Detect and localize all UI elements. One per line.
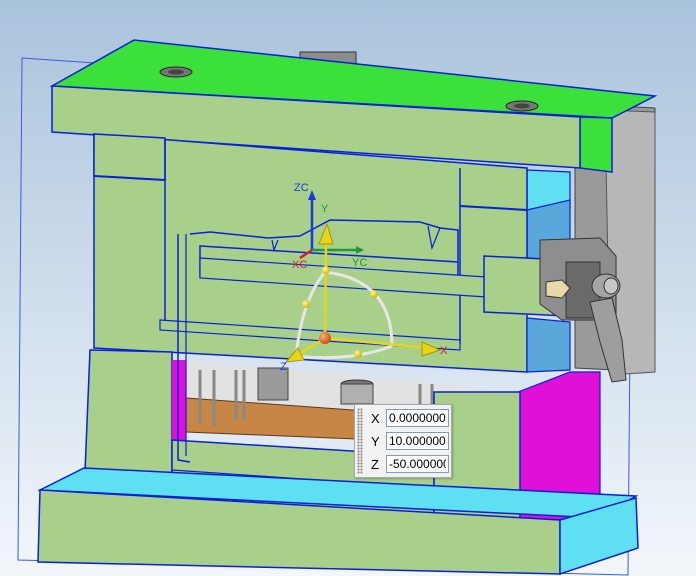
y-coordinate-label: Y xyxy=(371,434,380,449)
graphics-viewport[interactable]: ZC XC YC Y Z X xyxy=(0,0,696,576)
y-coordinate-row: Y xyxy=(365,432,451,452)
rotation-handle[interactable] xyxy=(370,290,378,298)
bolt-head-inner xyxy=(168,69,184,75)
slide-pin-face xyxy=(603,277,619,295)
x-coordinate-field[interactable] xyxy=(386,409,449,427)
mold-assembly-view[interactable]: ZC XC YC Y Z X xyxy=(0,0,696,576)
manipulator-y-label: Y xyxy=(321,203,329,215)
manipulator-y-axis[interactable] xyxy=(323,239,328,339)
x-coordinate-label: X xyxy=(371,411,380,426)
top-plate-right-face xyxy=(579,116,613,173)
rotation-handle[interactable] xyxy=(302,300,310,308)
manipulator-x-label: X xyxy=(440,345,448,357)
rotation-handle[interactable] xyxy=(354,350,362,358)
x-coordinate-row: X xyxy=(365,409,451,429)
z-coordinate-row: Z xyxy=(365,455,451,475)
rotation-handle[interactable] xyxy=(322,266,330,274)
z-coordinate-field[interactable] xyxy=(386,455,449,473)
origin-handle[interactable] xyxy=(319,332,331,344)
y-coordinate-field[interactable] xyxy=(386,432,449,450)
support-block-left-magenta xyxy=(172,360,186,452)
coordinate-input-panel: X Y Z xyxy=(354,404,452,478)
ejector-cylinder xyxy=(340,383,374,405)
panel-drag-grip[interactable] xyxy=(357,408,363,474)
csys-xc-label: XC xyxy=(292,259,307,271)
manipulator-z-label: Z xyxy=(280,361,287,373)
left-rail xyxy=(93,133,166,181)
csys-zc-label: ZC xyxy=(294,182,309,194)
b-plate-side-blue xyxy=(526,317,571,373)
z-coordinate-label: Z xyxy=(371,457,379,472)
bolt-head-inner xyxy=(514,103,530,109)
csys-yc-label: YC xyxy=(352,257,367,269)
